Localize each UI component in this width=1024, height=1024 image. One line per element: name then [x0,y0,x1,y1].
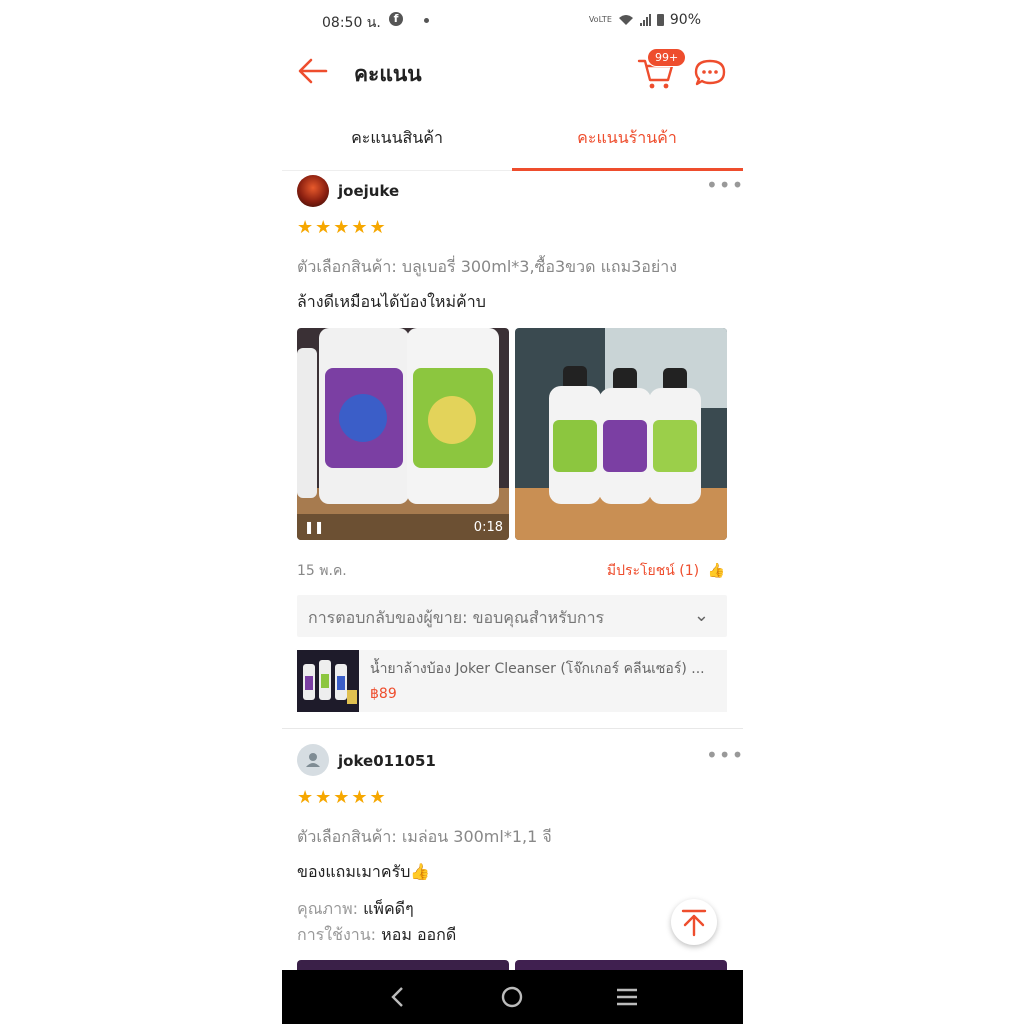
cart-badge: 99+ [647,48,687,67]
status-bar: 08:50 น. f VoLTE 90% [282,0,743,42]
seller-reply-text: การตอบกลับของผู้ขาย: ขอบคุณสำหรับการ [308,608,605,627]
helpful-label: มีประโยชน์ (1) [606,563,700,579]
review-comment: ของแถมเมาครับ👍 [297,862,431,881]
avatar[interactable] [297,744,329,776]
default-user-icon [306,753,320,767]
usage-value: หอม ออกดี [381,925,457,944]
app-header: คะแนน 99+ [282,42,743,102]
more-icon[interactable]: ••• [706,745,743,765]
nav-home-icon[interactable] [500,985,524,1009]
facebook-icon: f [389,12,403,26]
review-media: ❚❚ 0:18 [297,328,727,540]
review-variant: ตัวเลือกสินค้า: เมล่อน 300ml*1,1 จี [297,827,552,846]
helpful-button[interactable]: มีประโยชน์ (1) 👍 [607,560,725,582]
review-comment: ล้างดีเหมือนได้บ้องใหม่ค้าบ [297,292,486,311]
system-nav-bar [282,970,743,1024]
review-photo[interactable] [297,960,509,970]
review-video[interactable]: ❚❚ 0:18 [297,328,509,540]
nav-recents-icon[interactable] [615,987,639,1007]
chevron-down-icon[interactable]: ⌄ [694,605,709,626]
product-card[interactable]: น้ำยาล้างบ้อง Joker Cleanser (โจ๊กเกอร์ … [297,650,727,712]
rating-stars: ★★★★★ [297,217,388,238]
divider [282,728,743,729]
battery-icon [656,14,664,26]
bottles-photo [515,328,727,540]
pause-icon[interactable]: ❚❚ [304,520,324,534]
rating-tabs: คะแนนสินค้า คะแนนร้านค้า [282,112,743,171]
status-time: 08:50 น. [322,15,381,31]
usage-line: การใช้งาน: หอม ออกดี [297,923,456,948]
chat-icon[interactable] [692,54,728,90]
product-thumbnail [297,650,359,712]
review-variant: ตัวเลือกสินค้า: บลูเบอรี่ 300ml*3,ซื้อ3ข… [297,257,678,276]
back-arrow-icon[interactable] [296,54,330,88]
avatar[interactable] [297,175,329,207]
review-photo[interactable] [515,960,727,970]
review-photo[interactable] [515,328,727,540]
bottles-image [297,328,509,540]
review-username[interactable]: joke011051 [338,752,436,770]
more-icon[interactable]: ••• [706,175,743,195]
battery-level: 90% [669,12,701,28]
wifi-icon [618,15,633,25]
nav-back-icon[interactable] [388,986,408,1008]
usage-label: การใช้งาน: [297,925,377,944]
tab-shop-rating[interactable]: คะแนนร้านค้า [512,112,742,170]
quality-value: แพ็คดีๆ [363,899,414,918]
scroll-to-top-button[interactable] [671,899,717,945]
phone-screen: 08:50 น. f VoLTE 90% คะแนน 99+ คะแนนสินค… [282,0,743,1024]
seller-reply[interactable]: การตอบกลับของผู้ขาย: ขอบคุณสำหรับการ ⌄ [297,595,727,637]
product-price: ฿89 [370,686,397,702]
volte-label: VoLTE [588,15,612,24]
status-right: VoLTE 90% [589,12,701,28]
rating-stars: ★★★★★ [297,787,388,808]
quality-label: คุณภาพ: [297,899,359,918]
review-username[interactable]: joejuke [338,182,399,200]
video-duration: 0:18 [473,520,503,535]
review-date: 15 พ.ค. [297,563,347,579]
quality-line: คุณภาพ: แพ็คดีๆ [297,897,414,922]
signal-icon [639,14,651,26]
tab-product-rating[interactable]: คะแนนสินค้า [282,112,512,170]
notification-dot-icon [424,18,429,23]
product-name: น้ำยาล้างบ้อง Joker Cleanser (โจ๊กเกอร์ … [370,661,705,677]
thumbs-up-icon: 👍 [707,563,725,579]
scroll-to-top-icon [681,909,707,937]
review-card: joejuke ••• ★★★★★ ตัวเลือกสินค้า: บลูเบอ… [282,170,743,730]
page-title: คะแนน [354,62,422,86]
